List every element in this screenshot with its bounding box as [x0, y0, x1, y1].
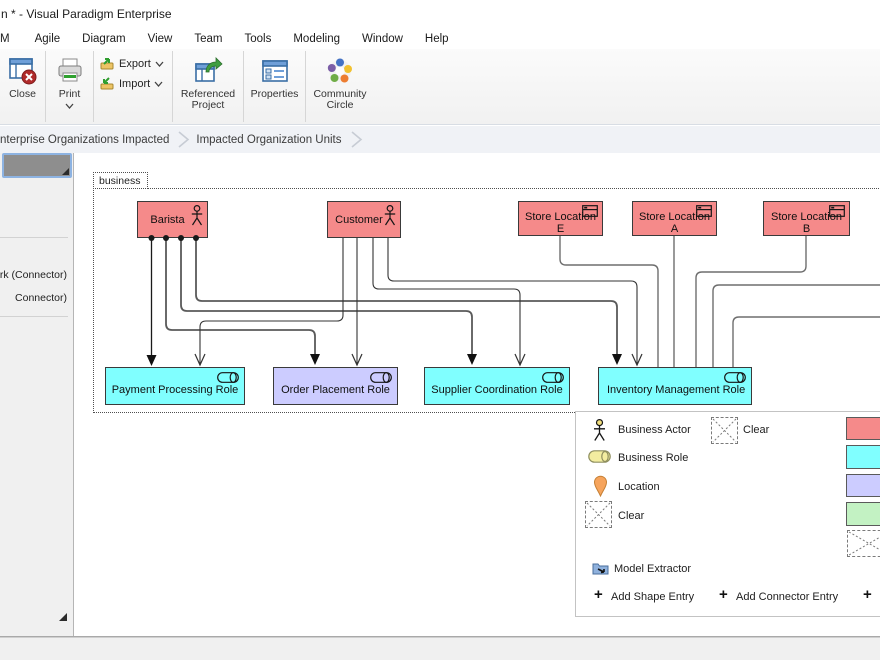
plus-icon[interactable]: + — [594, 586, 603, 603]
plus-icon[interactable]: + — [863, 586, 872, 603]
add-shape-entry-button[interactable]: Add Shape Entry — [611, 591, 694, 603]
export-icon — [100, 57, 115, 70]
shape-location-store-b[interactable]: Store Location B — [763, 201, 850, 236]
model-extractor-icon — [592, 561, 609, 575]
referenced-project-icon — [192, 55, 224, 87]
organization-unit-icon — [829, 205, 845, 217]
window-title: n * - Visual Paradigm Enterprise — [1, 7, 172, 21]
properties-icon — [259, 55, 291, 87]
resize-handle-icon[interactable] — [62, 168, 69, 175]
legend-business-role[interactable]: Business Role — [618, 452, 688, 464]
palette-divider — [0, 316, 68, 317]
chevron-down-icon[interactable] — [154, 81, 163, 87]
business-role-icon — [370, 372, 392, 383]
color-swatch-red[interactable] — [846, 417, 880, 440]
legend-shape-clear[interactable]: Clear — [618, 510, 644, 522]
legend-model-extractor[interactable]: Model Extractor — [614, 563, 691, 575]
business-role-icon — [217, 372, 239, 383]
palette-sidebar: ork (Connector) Connector) — [0, 153, 74, 636]
application-window: n * - Visual Paradigm Enterprise M Agile… — [0, 0, 880, 660]
print-button[interactable]: Print — [46, 49, 93, 124]
organization-unit-icon — [696, 205, 712, 217]
organization-unit-icon — [582, 205, 598, 217]
menu-bar: M Agile Diagram View Team Tools Modeling… — [0, 28, 880, 49]
breadcrumb-item-current[interactable]: Impacted Organization Units — [196, 134, 341, 146]
shape-business-actor-barista[interactable]: Barista — [137, 201, 208, 238]
community-circle-label: Community Circle — [306, 89, 374, 111]
status-bar — [0, 637, 880, 660]
referenced-project-button[interactable]: Referenced Project — [173, 49, 243, 124]
shape-role-inventory-management[interactable]: Inventory Management Role — [598, 367, 752, 405]
print-label: Print — [59, 89, 81, 100]
business-region-label[interactable]: business — [93, 172, 148, 189]
menu-item-modeling[interactable]: Modeling — [282, 31, 351, 47]
shape-role-supplier-coordination[interactable]: Supplier Coordination Role — [424, 367, 570, 405]
resize-handle-icon[interactable] — [59, 613, 67, 621]
main-area: ork (Connector) Connector) business Bari… — [0, 153, 880, 637]
properties-button[interactable]: Properties — [244, 49, 305, 124]
palette-divider — [0, 237, 68, 238]
referenced-project-label: Referenced Project — [173, 89, 243, 111]
print-icon — [54, 55, 86, 87]
menu-item-m[interactable]: M — [0, 31, 24, 47]
title-bar: n * - Visual Paradigm Enterprise — [0, 0, 880, 28]
diagram-canvas[interactable]: business Barista Customer Store Locati — [74, 153, 880, 636]
properties-label: Properties — [251, 89, 299, 100]
breadcrumb-chevron-icon — [178, 131, 190, 148]
plus-icon[interactable]: + — [719, 586, 728, 603]
menu-item-diagram[interactable]: Diagram — [71, 31, 136, 47]
clear-swatch-icon[interactable] — [847, 530, 880, 557]
close-label: Close — [9, 89, 36, 100]
clear-icon[interactable] — [711, 417, 738, 444]
import-icon — [100, 77, 115, 90]
menu-item-agile[interactable]: Agile — [24, 31, 72, 47]
color-swatch-green[interactable] — [846, 502, 880, 526]
palette-selected-shape[interactable] — [2, 153, 72, 178]
menu-item-view[interactable]: View — [137, 31, 184, 47]
import-label: Import — [119, 78, 150, 90]
color-swatch-purple[interactable] — [846, 474, 880, 497]
community-circle-icon — [324, 55, 356, 87]
legend-location[interactable]: Location — [618, 481, 660, 493]
breadcrumb: nterprise Organizations Impacted Impacte… — [0, 126, 880, 153]
shape-business-actor-customer[interactable]: Customer — [327, 201, 401, 238]
business-role-icon — [542, 372, 564, 383]
shape-role-payment-processing[interactable]: Payment Processing Role — [105, 367, 245, 405]
add-connector-entry-button[interactable]: Add Connector Entry — [736, 591, 838, 603]
business-actor-icon — [593, 419, 606, 442]
business-role-icon — [588, 450, 611, 463]
legend-business-actor[interactable]: Business Actor — [618, 424, 691, 436]
location-pin-icon — [593, 475, 608, 497]
menu-item-tools[interactable]: Tools — [233, 31, 282, 47]
toolbar: Close Print Export — [0, 49, 880, 125]
close-button[interactable]: Close — [0, 49, 45, 124]
color-swatch-cyan[interactable] — [846, 445, 880, 469]
breadcrumb-item-parent[interactable]: nterprise Organizations Impacted — [0, 134, 169, 146]
shape-location-store-e[interactable]: Store Location E — [518, 201, 603, 236]
menu-item-help[interactable]: Help — [414, 31, 460, 47]
shape-role-order-placement[interactable]: Order Placement Role — [273, 367, 398, 405]
export-label: Export — [119, 58, 151, 70]
menu-item-team[interactable]: Team — [183, 31, 233, 47]
clear-icon[interactable] — [585, 501, 612, 528]
import-button[interactable]: Import — [100, 77, 168, 90]
chevron-down-icon[interactable] — [65, 103, 74, 109]
palette-item-connector-1[interactable]: ork (Connector) — [0, 269, 67, 281]
chevron-down-icon[interactable] — [155, 61, 164, 67]
close-diagram-icon — [7, 55, 39, 87]
legend-panel: Business Actor Clear Business Role Locat… — [575, 411, 880, 617]
export-button[interactable]: Export — [100, 57, 168, 70]
business-role-icon — [724, 372, 746, 383]
business-actor-icon — [191, 205, 203, 226]
community-circle-button[interactable]: Community Circle — [306, 49, 374, 124]
breadcrumb-chevron-icon — [351, 131, 363, 148]
menu-item-window[interactable]: Window — [351, 31, 414, 47]
palette-item-connector-2[interactable]: Connector) — [15, 292, 67, 304]
business-actor-icon — [384, 205, 396, 226]
export-import-group: Export Import — [94, 49, 172, 124]
shape-location-store-a[interactable]: Store Location A — [632, 201, 717, 236]
legend-connector-clear[interactable]: Clear — [743, 424, 769, 436]
